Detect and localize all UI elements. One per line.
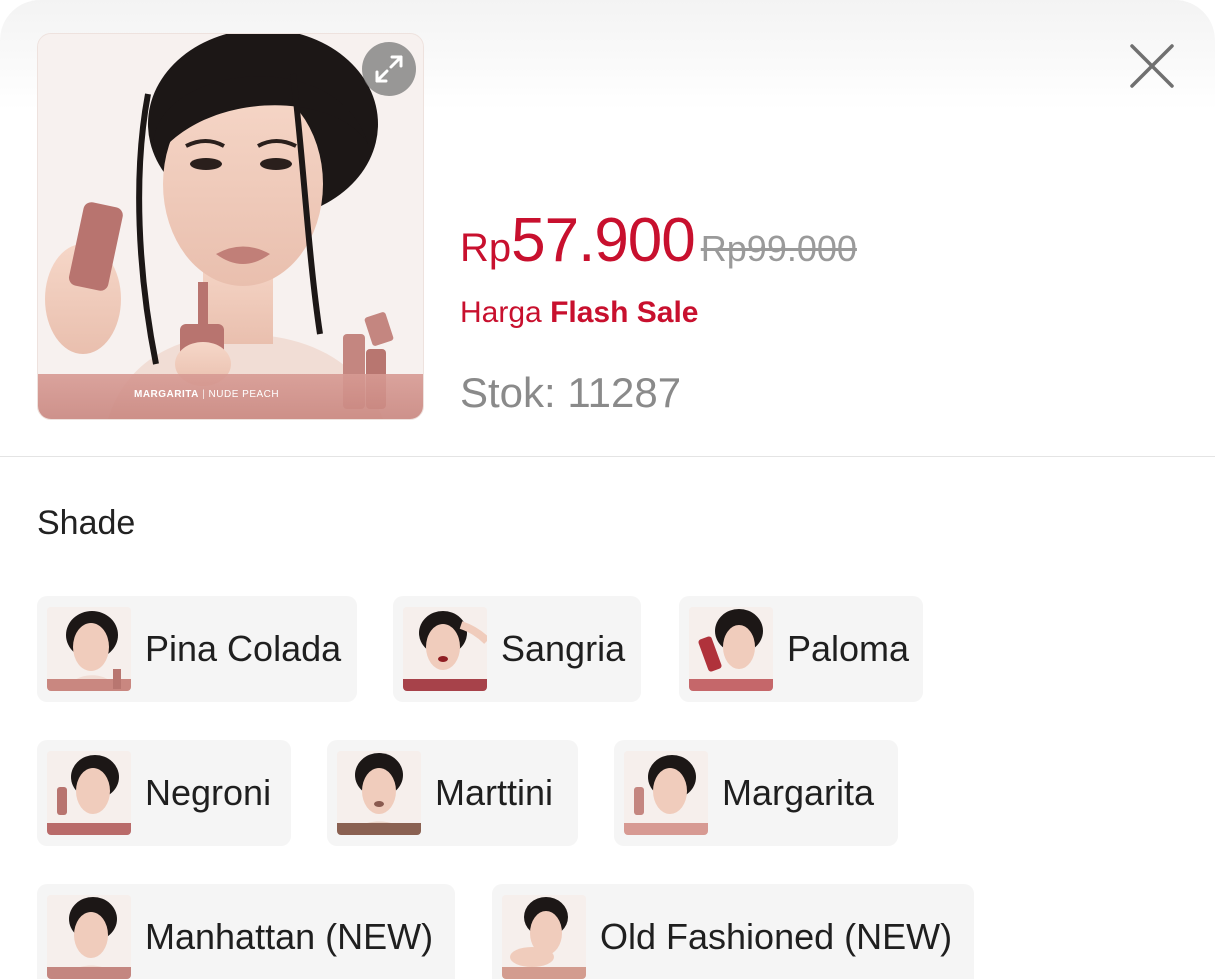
variant-thumbnail bbox=[337, 751, 421, 835]
variant-chip-margarita[interactable]: Margarita bbox=[614, 740, 898, 846]
flash-sale-text: Flash Sale bbox=[550, 296, 699, 329]
variant-chip-marttini[interactable]: Marttini bbox=[327, 740, 578, 846]
flash-sale-prefix: Harga bbox=[460, 296, 542, 329]
variant-thumbnail bbox=[403, 607, 487, 691]
variant-thumbnail bbox=[689, 607, 773, 691]
variant-label: Negroni bbox=[145, 772, 272, 813]
variant-chip-pina-colada[interactable]: Pina Colada bbox=[37, 596, 357, 702]
variant-chip-sangria[interactable]: Sangria bbox=[393, 596, 641, 702]
variant-thumbnail bbox=[47, 751, 131, 835]
price-currency: Rp bbox=[460, 226, 512, 270]
image-caption: MARGARITA | NUDE PEACH bbox=[134, 389, 280, 400]
variant-label: Marttini bbox=[435, 772, 554, 813]
variant-label: Sangria bbox=[501, 628, 626, 669]
product-image[interactable]: MARGARITA | NUDE PEACH bbox=[37, 33, 424, 420]
flash-sale-label: Harga Flash Sale bbox=[460, 296, 698, 330]
original-price: Rp99.000 bbox=[700, 228, 857, 269]
image-caption-shade: NUDE PEACH bbox=[208, 389, 280, 400]
price-block: Rp 57.900 Rp99.000 bbox=[460, 205, 1160, 276]
variant-section-title: Shade bbox=[37, 504, 136, 542]
image-caption-brand: MARGARITA bbox=[134, 389, 199, 400]
variant-thumbnail bbox=[502, 895, 586, 979]
variant-label: Manhattan (NEW) bbox=[145, 916, 434, 957]
close-button[interactable] bbox=[1124, 38, 1180, 94]
variant-chip-manhattan[interactable]: Manhattan (NEW) bbox=[37, 884, 455, 979]
variant-label: Pina Colada bbox=[145, 628, 342, 669]
expand-image-button[interactable] bbox=[362, 42, 416, 96]
variant-chip-negroni[interactable]: Negroni bbox=[37, 740, 291, 846]
divider bbox=[0, 456, 1215, 457]
price-row: Rp 57.900 Rp99.000 bbox=[460, 205, 1160, 276]
variant-thumbnail bbox=[624, 751, 708, 835]
variant-label: Old Fashioned (NEW) bbox=[600, 916, 953, 957]
variant-chip-old-fashioned[interactable]: Old Fashioned (NEW) bbox=[492, 884, 974, 979]
variant-thumbnail bbox=[47, 895, 131, 979]
variant-label: Paloma bbox=[787, 628, 910, 669]
stock-count: Stok: 11287 bbox=[460, 369, 682, 416]
variant-chip-paloma[interactable]: Paloma bbox=[679, 596, 923, 702]
variant-sheet: MARGARITA | NUDE PEACH Rp 57.900 Rp99.00… bbox=[0, 0, 1215, 979]
variant-label: Margarita bbox=[722, 772, 875, 813]
close-icon bbox=[1130, 44, 1174, 88]
expand-icon bbox=[375, 55, 403, 83]
sale-price: 57.900 bbox=[511, 206, 696, 275]
variant-thumbnail bbox=[47, 607, 131, 691]
product-photo bbox=[38, 34, 423, 419]
